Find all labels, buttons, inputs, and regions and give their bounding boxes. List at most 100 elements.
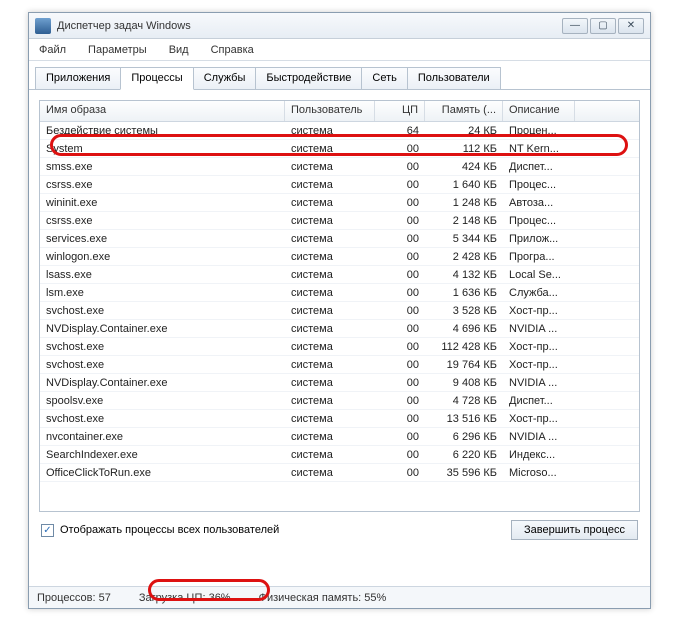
cell-desc: Microso... — [503, 466, 575, 480]
col-description[interactable]: Описание — [503, 101, 575, 121]
cell-mem: 424 КБ — [425, 160, 503, 174]
cell-image: SearchIndexer.exe — [40, 448, 285, 462]
table-row[interactable]: Бездействие системысистема6424 КБПроцен.… — [40, 122, 639, 140]
end-process-button[interactable]: Завершить процесс — [511, 520, 638, 540]
cell-image: svchost.exe — [40, 304, 285, 318]
menu-file[interactable]: Файл — [35, 42, 70, 58]
cell-desc: Процес... — [503, 214, 575, 228]
tab-users[interactable]: Пользователи — [407, 67, 501, 89]
cell-mem: 6 296 КБ — [425, 430, 503, 444]
table-row[interactable]: spoolsv.exeсистема004 728 КБДиспет... — [40, 392, 639, 410]
table-row[interactable]: winlogon.exeсистема002 428 КБПрогра... — [40, 248, 639, 266]
menu-options[interactable]: Параметры — [84, 42, 151, 58]
table-row[interactable]: svchost.exeсистема0019 764 КБХост-пр... — [40, 356, 639, 374]
cell-mem: 2 428 КБ — [425, 250, 503, 264]
tabbar: Приложения Процессы Службы Быстродействи… — [29, 61, 650, 90]
cell-mem: 24 КБ — [425, 124, 503, 138]
cell-cpu: 00 — [375, 250, 425, 264]
cell-image: csrss.exe — [40, 214, 285, 228]
cell-user: система — [285, 196, 375, 210]
cell-mem: 1 248 КБ — [425, 196, 503, 210]
cell-desc: Служба... — [503, 286, 575, 300]
cell-user: система — [285, 160, 375, 174]
cell-image: spoolsv.exe — [40, 394, 285, 408]
table-row[interactable]: nvcontainer.exeсистема006 296 КБNVIDIA .… — [40, 428, 639, 446]
table-row[interactable]: lsass.exeсистема004 132 КБLocal Se... — [40, 266, 639, 284]
col-user[interactable]: Пользователь — [285, 101, 375, 121]
table-row[interactable]: services.exeсистема005 344 КБПрилож... — [40, 230, 639, 248]
col-memory[interactable]: Память (... — [425, 101, 503, 121]
table-row[interactable]: OfficeClickToRun.exeсистема0035 596 КБMi… — [40, 464, 639, 482]
cell-user: система — [285, 466, 375, 480]
table-row[interactable]: svchost.exeсистема0013 516 КБХост-пр... — [40, 410, 639, 428]
cell-cpu: 00 — [375, 394, 425, 408]
below-row: ✓ Отображать процессы всех пользователей… — [39, 512, 640, 540]
table-row[interactable]: NVDisplay.Container.exeсистема009 408 КБ… — [40, 374, 639, 392]
table-row[interactable]: csrss.exeсистема001 640 КБПроцес... — [40, 176, 639, 194]
content-area: Имя образа Пользователь ЦП Память (... О… — [29, 90, 650, 550]
cell-user: система — [285, 358, 375, 372]
table-row[interactable]: svchost.exeсистема00112 428 КБХост-пр... — [40, 338, 639, 356]
cell-image: Бездействие системы — [40, 124, 285, 138]
table-row[interactable]: lsm.exeсистема001 636 КБСлужба... — [40, 284, 639, 302]
status-processes: Процессов: 57 — [37, 592, 111, 604]
cell-mem: 4 728 КБ — [425, 394, 503, 408]
cell-desc: Диспет... — [503, 394, 575, 408]
cell-desc: Хост-пр... — [503, 358, 575, 372]
cell-user: система — [285, 376, 375, 390]
cell-desc: NVIDIA ... — [503, 376, 575, 390]
table-row[interactable]: smss.exeсистема00424 КБДиспет... — [40, 158, 639, 176]
cell-cpu: 00 — [375, 214, 425, 228]
col-cpu[interactable]: ЦП — [375, 101, 425, 121]
cell-image: System — [40, 142, 285, 156]
cell-mem: 4 696 КБ — [425, 322, 503, 336]
statusbar: Процессов: 57 Загрузка ЦП: 36% Физическа… — [29, 586, 650, 608]
table-row[interactable]: svchost.exeсистема003 528 КБХост-пр... — [40, 302, 639, 320]
cell-mem: 4 132 КБ — [425, 268, 503, 282]
cell-image: wininit.exe — [40, 196, 285, 210]
menubar: Файл Параметры Вид Справка — [29, 39, 650, 61]
table-row[interactable]: wininit.exeсистема001 248 КБАвтоза... — [40, 194, 639, 212]
cell-image: nvcontainer.exe — [40, 430, 285, 444]
close-button[interactable]: ✕ — [618, 18, 644, 34]
cell-image: svchost.exe — [40, 412, 285, 426]
menu-view[interactable]: Вид — [165, 42, 193, 58]
cell-user: система — [285, 124, 375, 138]
cell-desc: NT Kern... — [503, 142, 575, 156]
tab-network[interactable]: Сеть — [361, 67, 407, 89]
titlebar[interactable]: Диспетчер задач Windows — ▢ ✕ — [29, 13, 650, 39]
tab-performance[interactable]: Быстродействие — [255, 67, 362, 89]
table-row[interactable]: SearchIndexer.exeсистема006 220 КБИндекс… — [40, 446, 639, 464]
tab-processes[interactable]: Процессы — [120, 67, 193, 90]
cell-desc: Автоза... — [503, 196, 575, 210]
table-row[interactable]: Systemсистема00112 КБNT Kern... — [40, 140, 639, 158]
cell-desc: Диспет... — [503, 160, 575, 174]
cell-mem: 3 528 КБ — [425, 304, 503, 318]
cell-image: NVDisplay.Container.exe — [40, 376, 285, 390]
task-manager-window: Диспетчер задач Windows — ▢ ✕ Файл Парам… — [28, 12, 651, 609]
table-row[interactable]: csrss.exeсистема002 148 КБПроцес... — [40, 212, 639, 230]
cell-desc: Хост-пр... — [503, 340, 575, 354]
maximize-button[interactable]: ▢ — [590, 18, 616, 34]
menu-help[interactable]: Справка — [207, 42, 258, 58]
table-body[interactable]: Бездействие системысистема6424 КБПроцен.… — [40, 122, 639, 512]
cell-image: winlogon.exe — [40, 250, 285, 264]
process-table: Имя образа Пользователь ЦП Память (... О… — [39, 100, 640, 512]
cell-mem: 5 344 КБ — [425, 232, 503, 246]
cell-desc: Хост-пр... — [503, 412, 575, 426]
cell-user: система — [285, 322, 375, 336]
status-cpu: Загрузка ЦП: 36% — [139, 592, 231, 604]
cell-user: система — [285, 340, 375, 354]
table-row[interactable]: NVDisplay.Container.exeсистема004 696 КБ… — [40, 320, 639, 338]
col-image[interactable]: Имя образа — [40, 101, 285, 121]
tab-services[interactable]: Службы — [193, 67, 257, 89]
app-icon — [35, 18, 51, 34]
cell-image: lsass.exe — [40, 268, 285, 282]
status-memory: Физическая память: 55% — [259, 592, 387, 604]
show-all-users-checkbox[interactable]: ✓ — [41, 524, 54, 537]
tab-applications[interactable]: Приложения — [35, 67, 121, 89]
cell-cpu: 00 — [375, 196, 425, 210]
cell-image: lsm.exe — [40, 286, 285, 300]
minimize-button[interactable]: — — [562, 18, 588, 34]
cell-user: система — [285, 412, 375, 426]
